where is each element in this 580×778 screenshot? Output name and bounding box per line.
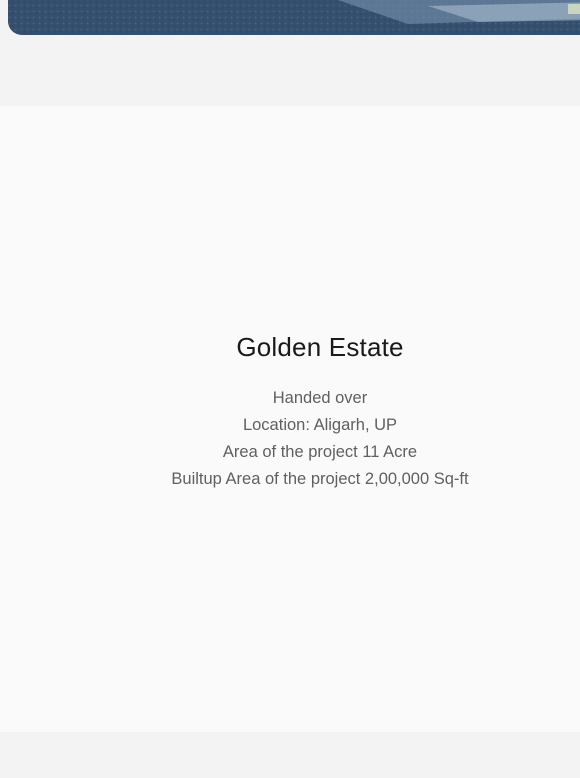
project-builtup-area: Builtup Area of the project 2,00,000 Sq-… [171,470,469,488]
project-status: Handed over [272,389,368,407]
project-card: Golden Estate Handed over Location: Alig… [0,106,580,732]
project-details: Handed over Location: Aligarh, UP Area o… [0,385,580,493]
project-image [8,0,580,35]
project-location: Location: Aligarh, UP [242,416,398,434]
project-title: Golden Estate [236,332,404,362]
project-image-art [8,0,580,35]
project-area: Area of the project 11 Acre [222,443,418,461]
project-content: Golden Estate Handed over Location: Alig… [0,332,580,493]
